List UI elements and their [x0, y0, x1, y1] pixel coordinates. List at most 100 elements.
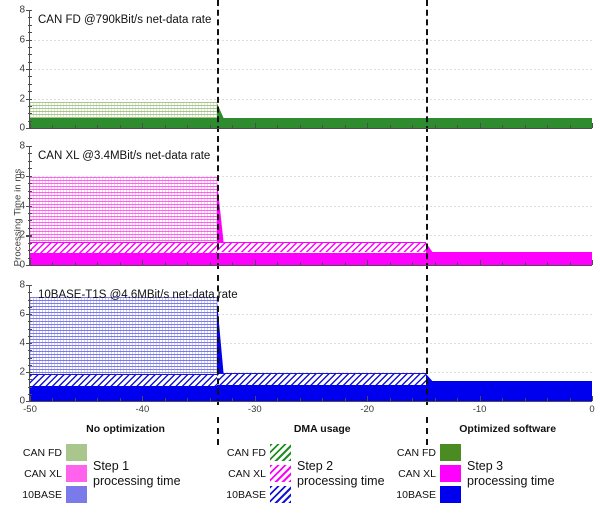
legend-step-2: CAN FD CAN XL 10BASE Step 2 processing time: [210, 443, 385, 504]
legend-row: 10BASE: [6, 485, 88, 504]
phase-divider-2: [425, 136, 428, 269]
y-tick-label: 6: [19, 170, 25, 182]
legend-step-subtitle: processing time: [93, 473, 181, 488]
x-tick-label: 0: [589, 404, 595, 415]
legend-swatch: [439, 485, 462, 504]
legend-row: CAN FD: [380, 443, 462, 462]
y-tick-label: 4: [19, 200, 25, 211]
chart-panel-3: 0 2 4 6 8 10BASE-T1S @4.6MBit/s net-data rate: [19, 275, 593, 407]
legend-keys: CAN FD CAN XL 10BASE: [380, 443, 462, 504]
area-step2: [30, 374, 217, 386]
legend-step-subtitle: processing time: [467, 473, 555, 488]
chart-panel-1: 0 2 4 6 8 CAN FD @790kBit/s net-data rate: [19, 0, 593, 134]
y-tick-label: 2: [19, 93, 25, 104]
legend-step-text: Step 1 processing time: [93, 459, 181, 489]
plot-area: [30, 285, 592, 401]
legend-label: CAN XL: [398, 467, 436, 480]
x-tick-label: -30: [247, 404, 262, 415]
panel-title: CAN FD @790kBit/s net-data rate: [38, 14, 212, 26]
legend-row: 10BASE: [380, 485, 462, 504]
panel-title: 10BASE-T1S @4.6MBit/s net-data rate: [38, 289, 238, 301]
chart-panel-2: 0 2 4 6 8 CAN XL @3.4MBit/s net-data rate: [19, 136, 593, 271]
legend-swatch: [269, 443, 292, 462]
phase-caption-1: No optimization: [86, 423, 165, 435]
gridline: [30, 69, 592, 70]
area-step3: [425, 252, 592, 265]
legend-row: CAN FD: [210, 443, 292, 462]
y-tick-label: 4: [19, 337, 25, 349]
legend-swatch: [269, 464, 292, 483]
area-step3: [425, 118, 592, 128]
area-step3: [216, 385, 426, 401]
area-step3: [30, 385, 217, 401]
legend-keys: CAN FD CAN XL 10BASE: [6, 443, 88, 504]
gridline: [30, 98, 592, 100]
legend-step-3: CAN FD CAN XL 10BASE Step 3 processing time: [380, 443, 555, 504]
legend-step-title: Step 1: [93, 458, 130, 473]
legend-row: 10BASE: [210, 485, 292, 504]
gridline: [30, 39, 592, 41]
phase-divider-ext-2: [425, 417, 428, 445]
area-step2: [216, 373, 426, 386]
plot-area: [30, 10, 592, 128]
legend-row: CAN XL: [380, 464, 462, 483]
legend-label: CAN FD: [22, 446, 62, 459]
legend-row: CAN XL: [210, 464, 292, 483]
area-step3: [30, 252, 217, 265]
area-step3: [216, 117, 426, 128]
y-tick-label: 0: [19, 259, 25, 271]
legend-label: CAN FD: [226, 446, 266, 459]
y-tick-label: 6: [19, 308, 25, 320]
y-axis-line: [29, 285, 31, 401]
x-tick-label: -50: [23, 404, 37, 415]
phase-caption-3: Optimized software: [459, 423, 557, 435]
area-step1: [30, 177, 217, 243]
legend-row: CAN FD: [6, 443, 88, 462]
y-axis-line: [29, 10, 31, 128]
legend-label: 10BASE: [396, 488, 436, 501]
legend-step-subtitle: processing time: [297, 473, 385, 488]
phase-divider-2: [425, 0, 428, 132]
area-step3: [425, 381, 592, 401]
phase-divider-ext-1: [216, 417, 219, 445]
x-axis: -50 -40 -30 -20 -10 0: [23, 401, 595, 417]
area-step2: [216, 242, 426, 253]
legend-swatch: [65, 464, 88, 483]
legend-label: 10BASE: [22, 488, 62, 501]
area-step2: [30, 242, 217, 253]
legend-label: CAN FD: [396, 446, 436, 459]
legend-swatch: [65, 485, 88, 504]
y-tick-label: 8: [19, 279, 25, 291]
legend-label: 10BASE: [226, 488, 266, 501]
x-tick: [592, 396, 593, 401]
phase-divider-1: [216, 0, 219, 132]
legend-swatch: [439, 443, 462, 462]
area-step3: [216, 252, 426, 265]
y-tick-label: 2: [19, 229, 25, 241]
y-tick-label: 0: [19, 122, 25, 134]
area-step1: [30, 102, 217, 119]
x-tick-label: -20: [360, 404, 375, 415]
y-tick-label: 8: [19, 4, 25, 16]
legend-swatch: [65, 443, 88, 462]
y-tick-label: 2: [19, 366, 25, 378]
area-step1: [30, 296, 217, 375]
y-tick-label: 4: [19, 63, 25, 75]
plot-area: [30, 146, 592, 265]
processing-time-chart: Processing Time in ms 0 2 4 6 8 CAN FD @790kB…: [0, 0, 602, 509]
x-axis-line: [30, 264, 592, 266]
legend-row: CAN XL: [6, 464, 88, 483]
x-tick: [592, 123, 593, 128]
y-tick-label: 8: [19, 140, 25, 152]
phase-divider-2: [425, 275, 428, 405]
legend-step-1: CAN FD CAN XL 10BASE Step 1 processing time: [6, 443, 181, 504]
legend-label: CAN XL: [228, 467, 266, 480]
legend-step-title: Step 2: [297, 458, 334, 473]
x-tick-label: -10: [472, 404, 487, 415]
legend-label: CAN XL: [24, 467, 62, 480]
phase-divider-1: [216, 136, 219, 269]
legend-step-title: Step 3: [467, 458, 504, 473]
phase-caption-2: DMA usage: [293, 423, 351, 435]
legend-swatch: [439, 464, 462, 483]
panel-title: CAN XL @3.4MBit/s net-data rate: [38, 150, 211, 162]
